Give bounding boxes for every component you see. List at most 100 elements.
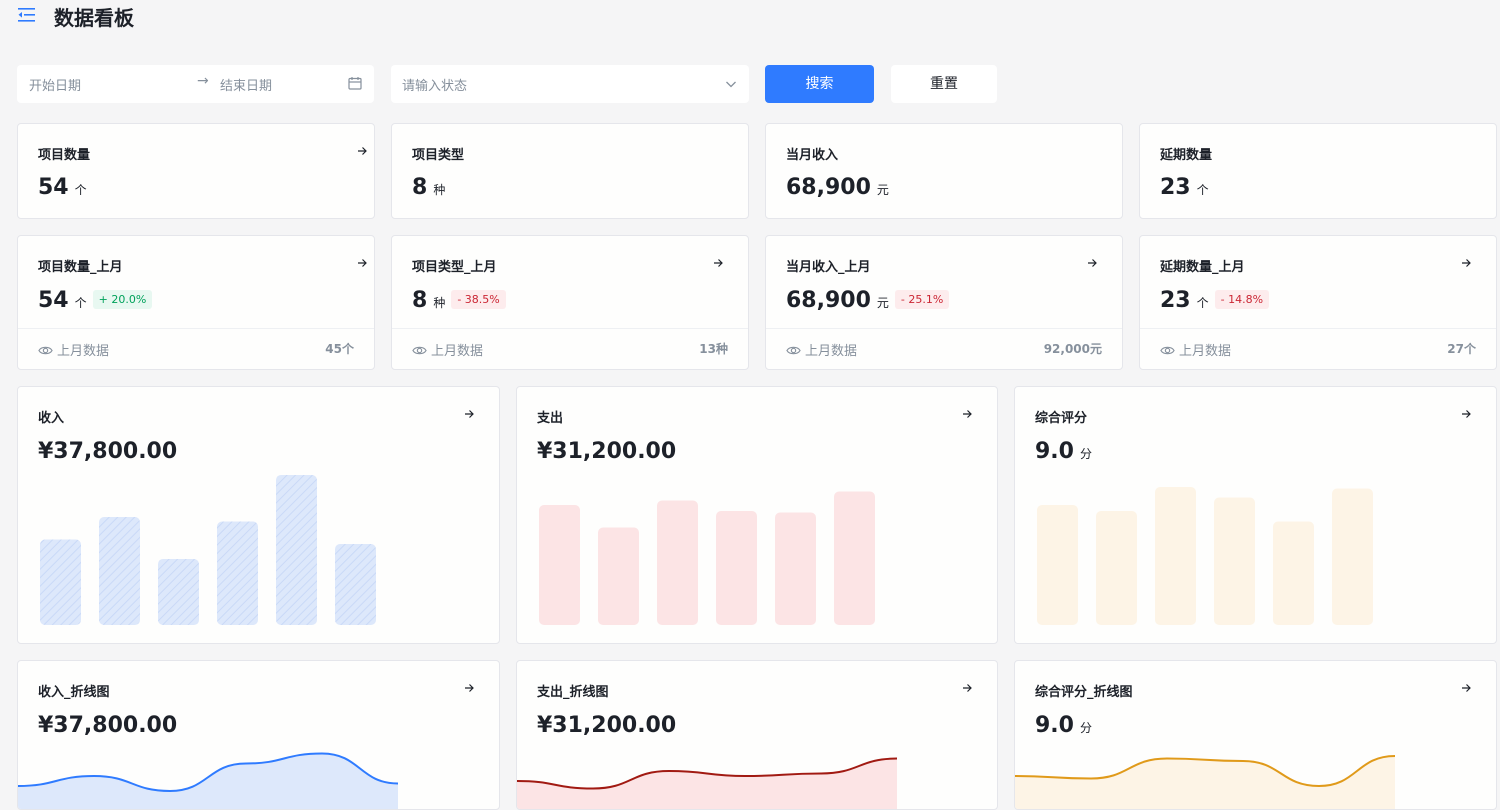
- card-title: 收入: [38, 407, 64, 426]
- card-title: 项目数量: [38, 144, 90, 163]
- arrow-right-icon[interactable]: [1084, 255, 1100, 271]
- stat-compare-card: 项目类型_上月 8种- 38.5% 上月数据 13种: [391, 235, 749, 370]
- stat-card: 当月收入 68,900元: [765, 123, 1123, 219]
- stat-compare-card: 延期数量_上月 23个- 14.8% 上月数据 27个: [1139, 235, 1497, 370]
- bar: [1037, 505, 1078, 625]
- bar: [99, 517, 140, 625]
- chart-unit: 分: [1080, 721, 1092, 735]
- arrow-right-icon[interactable]: [959, 680, 975, 696]
- arrow-right-icon[interactable]: [461, 680, 477, 696]
- chart-value: 9.0: [1035, 439, 1074, 464]
- card-title: 支出: [537, 407, 563, 426]
- card-title: 项目类型_上月: [412, 256, 497, 275]
- arrow-right-icon[interactable]: [710, 255, 726, 271]
- footer-label-text: 上月数据: [1179, 344, 1231, 359]
- start-date-input[interactable]: 开始日期: [29, 75, 81, 94]
- bar: [539, 505, 580, 625]
- chart-value: ¥37,800.00: [38, 439, 177, 464]
- bar-chart: [517, 387, 998, 644]
- bar: [276, 475, 317, 625]
- bar: [40, 540, 81, 626]
- bar: [657, 501, 698, 626]
- chart-value: ¥31,200.00: [537, 439, 676, 464]
- change-badge: - 38.5%: [451, 290, 505, 309]
- bar: [1155, 487, 1196, 625]
- stat-card: 项目类型 8种: [391, 123, 749, 219]
- footer-label-text: 上月数据: [431, 344, 483, 359]
- stat-unit: 元: [877, 296, 889, 310]
- line-chart-card: 综合评分_折线图 9.0 分: [1014, 660, 1497, 810]
- card-title: 支出_折线图: [537, 681, 609, 700]
- stat-unit: 个: [75, 296, 87, 310]
- chart-unit: 分: [1080, 447, 1092, 461]
- chart-value-group: ¥37,800.00: [38, 713, 183, 738]
- bar-chart: [1015, 387, 1497, 644]
- eye-icon: [412, 343, 427, 358]
- card-title: 项目数量_上月: [38, 256, 123, 275]
- footer-label: 上月数据: [1160, 340, 1231, 359]
- chart-value-group: ¥31,200.00: [537, 713, 682, 738]
- stat-value-group: 8种- 38.5%: [412, 288, 506, 313]
- arrow-right-icon[interactable]: [1458, 406, 1474, 422]
- menu-fold-icon[interactable]: [17, 6, 37, 24]
- arrow-right-icon[interactable]: [354, 255, 370, 271]
- chart-value: ¥31,200.00: [537, 713, 676, 738]
- stat-value-group: 54个: [38, 175, 87, 200]
- card-title: 综合评分_折线图: [1035, 681, 1133, 700]
- date-range-picker[interactable]: 开始日期 → 结束日期: [17, 65, 374, 103]
- top-bar: 数据看板: [0, 0, 1500, 34]
- stat-unit: 个: [1197, 296, 1209, 310]
- arrow-right-icon[interactable]: [461, 406, 477, 422]
- stat-value: 68,900: [786, 288, 871, 313]
- reset-button[interactable]: 重置: [891, 65, 997, 103]
- area-fill: [517, 759, 897, 810]
- divider: [1140, 328, 1496, 329]
- divider: [18, 328, 374, 329]
- divider: [766, 328, 1122, 329]
- end-date-input[interactable]: 结束日期: [220, 75, 272, 94]
- arrow-right-icon[interactable]: [1458, 680, 1474, 696]
- search-button[interactable]: 搜索: [765, 65, 874, 103]
- stat-value: 68,900: [786, 175, 871, 200]
- change-badge: - 14.8%: [1215, 290, 1269, 309]
- bar: [598, 528, 639, 626]
- footer-label-text: 上月数据: [57, 344, 109, 359]
- stat-value: 54: [38, 288, 69, 313]
- bar: [1273, 522, 1314, 626]
- eye-icon: [38, 343, 53, 358]
- stat-unit: 种: [433, 296, 445, 310]
- bar: [1214, 498, 1255, 626]
- status-select[interactable]: 请输入状态: [391, 65, 749, 103]
- line-chart-card: 收入_折线图 ¥37,800.00: [17, 660, 500, 810]
- stat-value-group: 8种: [412, 175, 445, 200]
- calendar-icon: [348, 76, 362, 90]
- eye-icon: [786, 343, 801, 358]
- chevron-down-icon: [725, 78, 737, 90]
- arrow-right-icon[interactable]: [959, 406, 975, 422]
- card-title: 当月收入: [786, 144, 838, 163]
- stat-compare-card: 当月收入_上月 68,900元- 25.1% 上月数据 92,000元: [765, 235, 1123, 370]
- bar: [775, 513, 816, 626]
- page-title: 数据看板: [54, 2, 134, 31]
- change-badge: + 20.0%: [93, 290, 153, 309]
- footer-label: 上月数据: [38, 340, 109, 359]
- divider: [392, 328, 748, 329]
- bar-chart-card: 综合评分 9.0分: [1014, 386, 1497, 644]
- arrow-right-icon[interactable]: [1458, 255, 1474, 271]
- chart-value: ¥37,800.00: [38, 713, 177, 738]
- chart-value-group: ¥37,800.00: [38, 439, 183, 464]
- bar: [716, 511, 757, 625]
- footer-value: 45个: [325, 340, 354, 357]
- stat-card: 延期数量 23个: [1139, 123, 1497, 219]
- chart-value-group: 9.0 分: [1035, 713, 1092, 738]
- status-placeholder: 请输入状态: [402, 75, 467, 94]
- card-title: 延期数量_上月: [1160, 256, 1245, 275]
- bar: [834, 492, 875, 626]
- chart-value-group: ¥31,200.00: [537, 439, 682, 464]
- arrow-right-icon[interactable]: [354, 143, 370, 159]
- footer-label: 上月数据: [786, 340, 857, 359]
- chart-value: 9.0: [1035, 713, 1074, 738]
- range-separator: →: [197, 73, 209, 89]
- stat-value-group: 23个- 14.8%: [1160, 288, 1269, 313]
- line-chart-card: 支出_折线图 ¥31,200.00: [516, 660, 998, 810]
